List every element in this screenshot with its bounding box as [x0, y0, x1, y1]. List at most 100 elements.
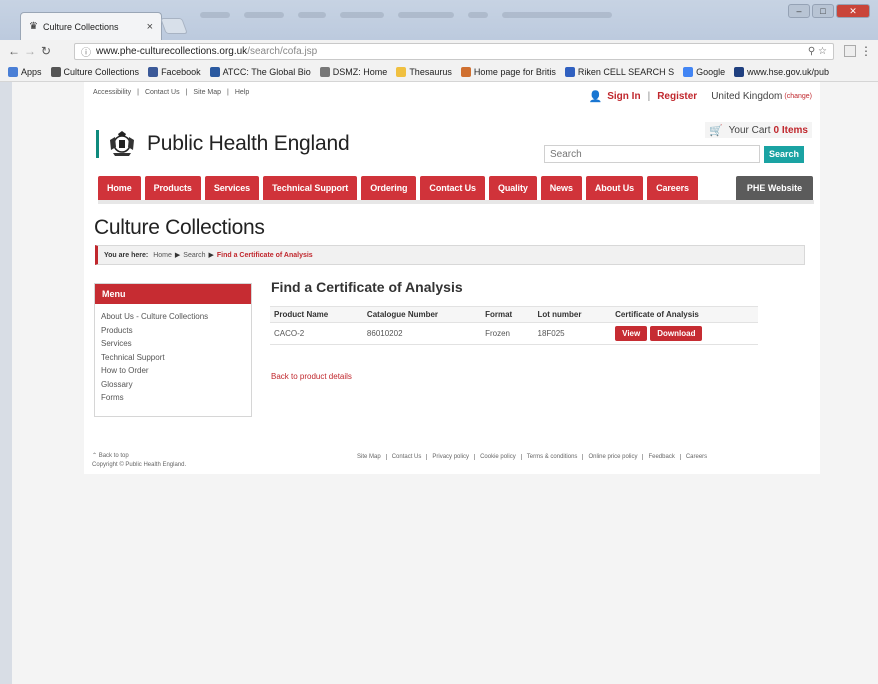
nav-item-quality[interactable]: Quality [488, 176, 537, 200]
nav-underline [98, 200, 814, 204]
close-window-button[interactable]: ✕ [836, 4, 870, 18]
side-menu-item[interactable]: Products [95, 324, 251, 338]
url-path: /search/cofa.jsp [247, 46, 318, 57]
bookmark-item[interactable]: DSMZ: Home [319, 66, 388, 77]
utility-link[interactable]: Site Map [193, 89, 221, 96]
nav-item-about-us[interactable]: About Us [585, 176, 644, 200]
footer-link[interactable]: Feedback [643, 454, 681, 460]
breadcrumb-home-link[interactable]: Home [153, 252, 172, 259]
certificate-actions-cell: View Download [611, 322, 758, 345]
footer-link[interactable]: Careers [681, 454, 712, 460]
royal-crest-icon [110, 131, 134, 156]
nav-item-news[interactable]: News [540, 176, 582, 200]
bookmark-item[interactable]: Apps [8, 66, 42, 77]
riken-icon [564, 66, 575, 77]
footer-link[interactable]: Privacy policy [427, 454, 476, 460]
bookmark-label: DSMZ: Home [332, 66, 388, 77]
nav-item-services[interactable]: Services [204, 176, 260, 200]
side-menu-item[interactable]: About Us - Culture Collections [95, 310, 251, 324]
address-bar[interactable]: ⓘ www.phe-culturecollections.org.uk/sear… [74, 43, 834, 60]
bookmark-item[interactable]: Culture Collections [50, 66, 140, 77]
new-tab-button[interactable] [160, 18, 188, 34]
footer-link[interactable]: Contact Us [387, 454, 428, 460]
sign-in-link[interactable]: Sign In [607, 91, 640, 102]
tab-close-icon[interactable]: × [147, 21, 153, 33]
breadcrumb-current: Find a Certificate of Analysis [216, 251, 313, 259]
footer-link[interactable]: Cookie policy [475, 454, 522, 460]
bookmark-item[interactable]: Facebook [148, 66, 201, 77]
divider: | [137, 89, 139, 96]
divider: | [647, 90, 651, 102]
bookmark-star-icon[interactable]: ☆ [818, 46, 827, 57]
back-arrow-icon[interactable]: ← [6, 44, 22, 58]
side-menu-item[interactable]: Forms [95, 391, 251, 405]
country-change-link[interactable]: (change) [784, 93, 812, 100]
info-icon[interactable]: ⓘ [81, 44, 91, 59]
side-menu-item[interactable]: Technical Support [95, 351, 251, 365]
bookmark-item[interactable]: Thesaurus [396, 66, 452, 77]
browser-titlebar: ♛ Culture Collections × – □ ✕ [0, 0, 878, 40]
window-controls: – □ ✕ [788, 4, 870, 18]
column-header: Catalogue Number [362, 306, 482, 323]
bookmarks-bar: Apps Culture Collections Facebook ATCC: The… [0, 62, 878, 82]
view-button[interactable]: View [615, 326, 648, 341]
breadcrumb-search-link[interactable]: Search [183, 252, 205, 259]
browser-tab[interactable]: ♛ Culture Collections × [20, 12, 162, 40]
breadcrumb-arrow-icon: ▶ [208, 252, 214, 259]
copyright: Copyright © Public Health England. [92, 462, 187, 468]
bookmark-label: www.hse.gov.uk/pub [747, 66, 830, 77]
blurred-background-tabs [200, 10, 760, 30]
download-button[interactable]: Download [650, 326, 703, 341]
utility-link[interactable]: Contact Us [145, 89, 180, 96]
nav-phe-website[interactable]: PHE Website [736, 176, 813, 200]
side-menu-item[interactable]: Services [95, 337, 251, 351]
bookmark-item[interactable]: www.hse.gov.uk/pub [734, 66, 830, 77]
page-title: Culture Collections [94, 216, 265, 239]
column-header: Format [481, 306, 534, 323]
breadcrumb-arrow-icon: ▶ [174, 252, 181, 259]
url-host: www.phe-culturecollections.org.uk [96, 46, 248, 57]
bookmark-label: ATCC: The Global Bio [222, 66, 311, 77]
page-viewport: Accessibility | Contact Us | Site Map | Help 👤… [12, 82, 878, 684]
bookmark-item[interactable]: Google [683, 66, 726, 77]
maximize-button[interactable]: □ [812, 4, 834, 18]
utility-link[interactable]: Help [235, 89, 249, 96]
bookmark-label: Google [696, 66, 726, 77]
side-menu-item[interactable]: How to Order [95, 364, 251, 378]
nav-item-home[interactable]: Home [98, 176, 141, 200]
forward-arrow-icon[interactable]: → [22, 44, 38, 58]
footer-link[interactable]: Online price policy [583, 454, 644, 460]
divider: | [185, 89, 188, 96]
bookmark-item[interactable]: Riken CELL SEARCH S [564, 66, 674, 77]
cart-summary[interactable]: 🛒 Your Cart 0 Items [704, 122, 812, 138]
certificate-table: Product Name Catalogue Number Format Lot… [270, 306, 758, 345]
browser-menu-icon[interactable]: ⋮ [860, 44, 872, 58]
back-to-top-link[interactable]: ⌃ Back to top [92, 452, 186, 461]
search-button[interactable]: Search [764, 146, 804, 163]
register-link[interactable]: Register [657, 91, 697, 102]
nav-item-ordering[interactable]: Ordering [361, 176, 417, 200]
bookmark-item[interactable]: Home page for Britis [460, 66, 556, 77]
utility-link[interactable]: Accessibility [93, 89, 131, 96]
cart-count: 0 Items [773, 124, 808, 136]
nav-item-careers[interactable]: Careers [647, 176, 698, 200]
cart-icon: 🛒 [708, 124, 723, 137]
minimize-button[interactable]: – [788, 4, 810, 18]
extension-icon[interactable] [844, 45, 856, 57]
bookmark-item[interactable]: ATCC: The Global Bio [209, 66, 311, 77]
side-menu-item[interactable]: Glossary [95, 378, 251, 392]
zoom-icon[interactable]: ⚲ [808, 46, 815, 57]
site-logo[interactable]: Public Health England [96, 130, 350, 158]
site-search-input[interactable] [544, 145, 760, 163]
back-to-top-label: Back to top [98, 453, 129, 459]
back-to-product-link[interactable]: Back to product details [271, 372, 352, 381]
nav-item-technical-support[interactable]: Technical Support [263, 176, 358, 200]
bookmark-label: Culture Collections [63, 66, 140, 77]
column-header: Product Name [270, 306, 363, 323]
footer-link[interactable]: Terms & conditions [522, 454, 584, 460]
footer-link[interactable]: Site Map [352, 454, 387, 460]
folder-icon [396, 66, 407, 77]
nav-item-products[interactable]: Products [144, 176, 201, 200]
reload-icon[interactable]: ↻ [38, 44, 54, 58]
nav-item-contact-us[interactable]: Contact Us [420, 176, 485, 200]
